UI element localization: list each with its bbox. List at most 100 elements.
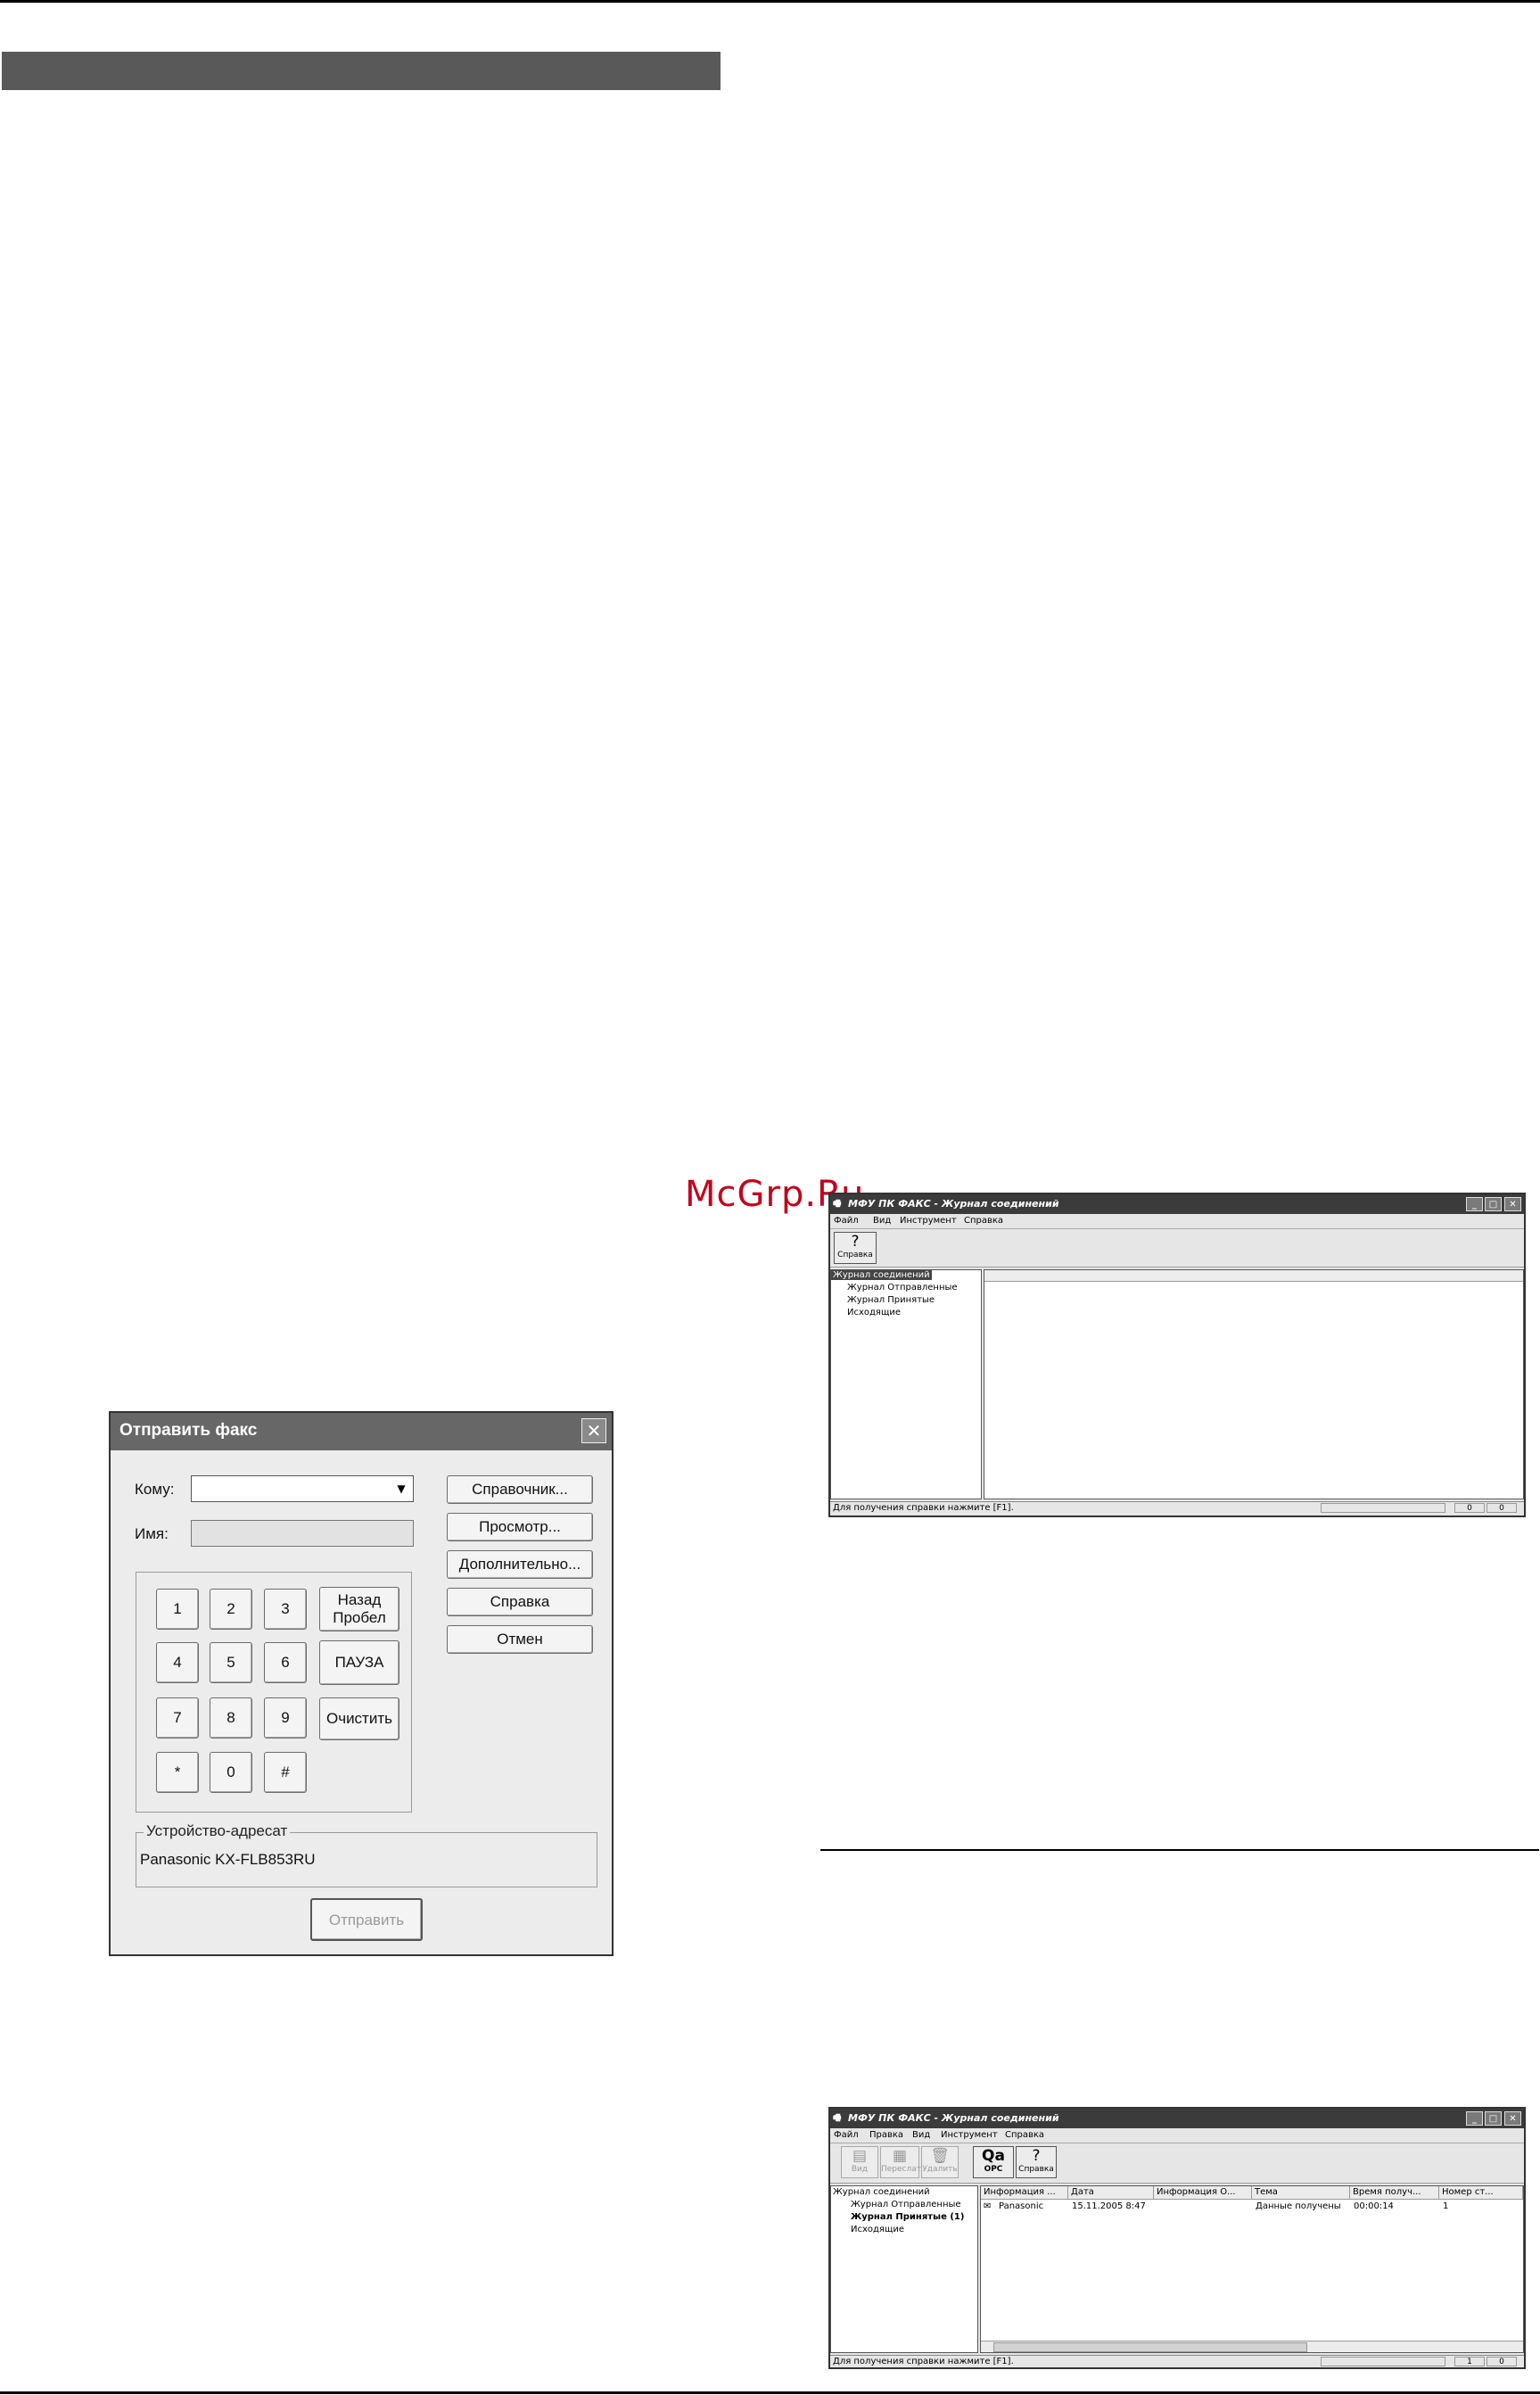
horizontal-scrollbar[interactable] [981,2341,1523,2352]
fax-icon: 🖷 [833,1199,842,1209]
menu-tools[interactable]: Инструмент [941,2130,998,2140]
col-subject[interactable]: Тема [1252,2186,1350,2200]
phonebook-button[interactable]: Справочник... [447,1475,593,1504]
row-pages: 1 [1443,2201,1449,2211]
menu-bar: Файл Вид Инструмент Справка [830,1214,1524,1229]
minimize-icon[interactable]: _ [1466,1197,1483,1211]
toolbar-help-label: Справка [1018,2165,1054,2174]
menu-tools[interactable]: Инструмент [900,1216,957,1226]
preview-button[interactable]: Просмотр... [447,1513,593,1541]
toolbar-delete-button[interactable]: 🗑 Удалить [921,2146,959,2178]
close-icon[interactable]: ✕ [581,1418,606,1443]
send-fax-dialog: Отправить факс ✕ Кому: ▼ Имя: Справочник… [109,1411,614,1956]
key-0[interactable]: 0 [210,1752,252,1793]
col-date[interactable]: Дата [1068,2186,1154,2200]
backspace-label-1: Назад [337,1591,382,1608]
row-info: Panasonic [999,2201,1044,2211]
help-button[interactable]: Справка [447,1588,593,1616]
status-progress [1321,2357,1445,2366]
keypad-group: 1 2 3 Назад Пробел 4 5 6 ПАУЗА 7 8 9 Очи… [136,1572,412,1813]
row-subject: Данные получены [1256,2201,1341,2211]
window-title: МФУ ПК ФАКС - Журнал соединений [848,1198,1059,1210]
journal-list-pane [984,1269,1524,1499]
chevron-down-icon[interactable]: ▼ [393,1481,409,1497]
maximize-icon[interactable]: □ [1485,2111,1502,2126]
key-1[interactable]: 1 [156,1589,199,1630]
fax-icon: 🖷 [833,2113,842,2123]
menu-view[interactable]: Вид [873,1216,891,1226]
col-info[interactable]: Информация ... [981,2186,1068,2200]
tree-item-received[interactable]: Журнал Принятые [847,1295,935,1305]
to-label: Кому: [135,1481,175,1498]
key-9[interactable]: 9 [264,1697,307,1738]
col-info-about[interactable]: Информация О... [1154,2186,1252,2200]
key-6[interactable]: 6 [264,1642,307,1683]
toolbar-help-button[interactable]: ? Справка [834,1232,877,1264]
tree-item-journal[interactable]: Журнал соединений [831,1270,932,1280]
key-hash[interactable]: # [264,1752,307,1793]
menu-bar: Файл Правка Вид Инструмент Справка [830,2128,1524,2143]
clear-button[interactable]: Очистить [319,1697,399,1740]
help-icon: ? [1032,2147,1041,2165]
send-button[interactable]: Отправить [310,1898,423,1941]
window-title: МФУ ПК ФАКС - Журнал соединений [848,2112,1059,2124]
window-title-bar: 🖷 МФУ ПК ФАКС - Журнал соединений _ □ ✕ [830,1194,1524,1214]
toolbar-delete-label: Удалить [922,2165,958,2174]
journal-tree: Журнал соединений Журнал Отправленные Жу… [830,2185,978,2353]
status-cell-2: 0 [1486,1503,1517,1513]
menu-edit[interactable]: Правка [869,2130,903,2140]
tree-item-sent[interactable]: Журнал Отправленные [847,1283,958,1292]
toolbar: ▤ Вид ▦ Переслать 🗑 Удалить Qa OPC ? Спр… [830,2143,1524,2184]
menu-file[interactable]: Файл [834,2130,859,2140]
col-time[interactable]: Время получ... [1350,2186,1439,2200]
minimize-icon[interactable]: _ [1466,2111,1483,2126]
toolbar-ocr-button[interactable]: Qa OPC [973,2146,1014,2178]
toolbar-help-button[interactable]: ? Справка [1016,2146,1057,2178]
menu-help[interactable]: Справка [1005,2130,1044,2140]
status-cell-1: 1 [1454,2357,1485,2366]
toolbar-forward-label: Переслать [881,2165,926,2174]
advanced-button[interactable]: Дополнительно... [447,1550,593,1579]
tree-item-outbox[interactable]: Исходящие [851,2225,904,2234]
divider-rule [820,1849,1539,1851]
toolbar-view-button[interactable]: ▤ Вид [841,2146,878,2178]
key-4[interactable]: 4 [156,1642,199,1683]
toolbar-help-label: Справка [837,1251,873,1259]
backspace-button[interactable]: Назад Пробел [319,1587,399,1631]
status-cell-1: 0 [1454,1503,1485,1513]
to-combobox[interactable]: ▼ [191,1475,414,1502]
key-5[interactable]: 5 [210,1642,252,1683]
status-text: Для получения справки нажмите [F1]. [833,1503,1014,1513]
menu-help[interactable]: Справка [964,1216,1003,1226]
dialog-title: Отправить факс [119,1421,258,1440]
close-icon[interactable]: ✕ [1504,1197,1521,1211]
key-8[interactable]: 8 [210,1697,252,1738]
envelope-icon: ✉ [984,2201,992,2211]
menu-file[interactable]: Файл [834,1216,859,1226]
section-header-bar [2,52,721,90]
dialog-title-bar: Отправить факс ✕ [111,1413,612,1450]
window-title-bar: 🖷 МФУ ПК ФАКС - Журнал соединений _ □ ✕ [830,2109,1524,2128]
maximize-icon[interactable]: □ [1485,1197,1502,1211]
key-star[interactable]: * [156,1752,199,1793]
tree-item-received[interactable]: Журнал Принятые (1) [851,2212,964,2222]
close-icon[interactable]: ✕ [1504,2111,1521,2126]
cancel-button[interactable]: Отмен [447,1625,593,1654]
toolbar-view-label: Вид [851,2165,869,2174]
tree-item-journal[interactable]: Журнал соединений [833,2187,930,2197]
status-progress [1321,1503,1445,1513]
key-2[interactable]: 2 [210,1589,252,1630]
name-field [191,1520,414,1547]
toolbar-forward-button[interactable]: ▦ Переслать [880,2146,926,2178]
view-icon: ▤ [852,2147,868,2165]
menu-view[interactable]: Вид [912,2130,930,2140]
top-rule [0,0,1540,3]
forward-icon: ▦ [892,2147,908,2165]
key-7[interactable]: 7 [156,1697,199,1738]
scrollbar-thumb[interactable] [993,2342,1307,2352]
tree-item-sent[interactable]: Журнал Отправленные [851,2200,961,2209]
key-3[interactable]: 3 [264,1589,307,1630]
col-pages[interactable]: Номер ст... [1439,2186,1523,2200]
tree-item-outbox[interactable]: Исходящие [847,1308,901,1317]
pause-button[interactable]: ПАУЗА [319,1640,399,1685]
